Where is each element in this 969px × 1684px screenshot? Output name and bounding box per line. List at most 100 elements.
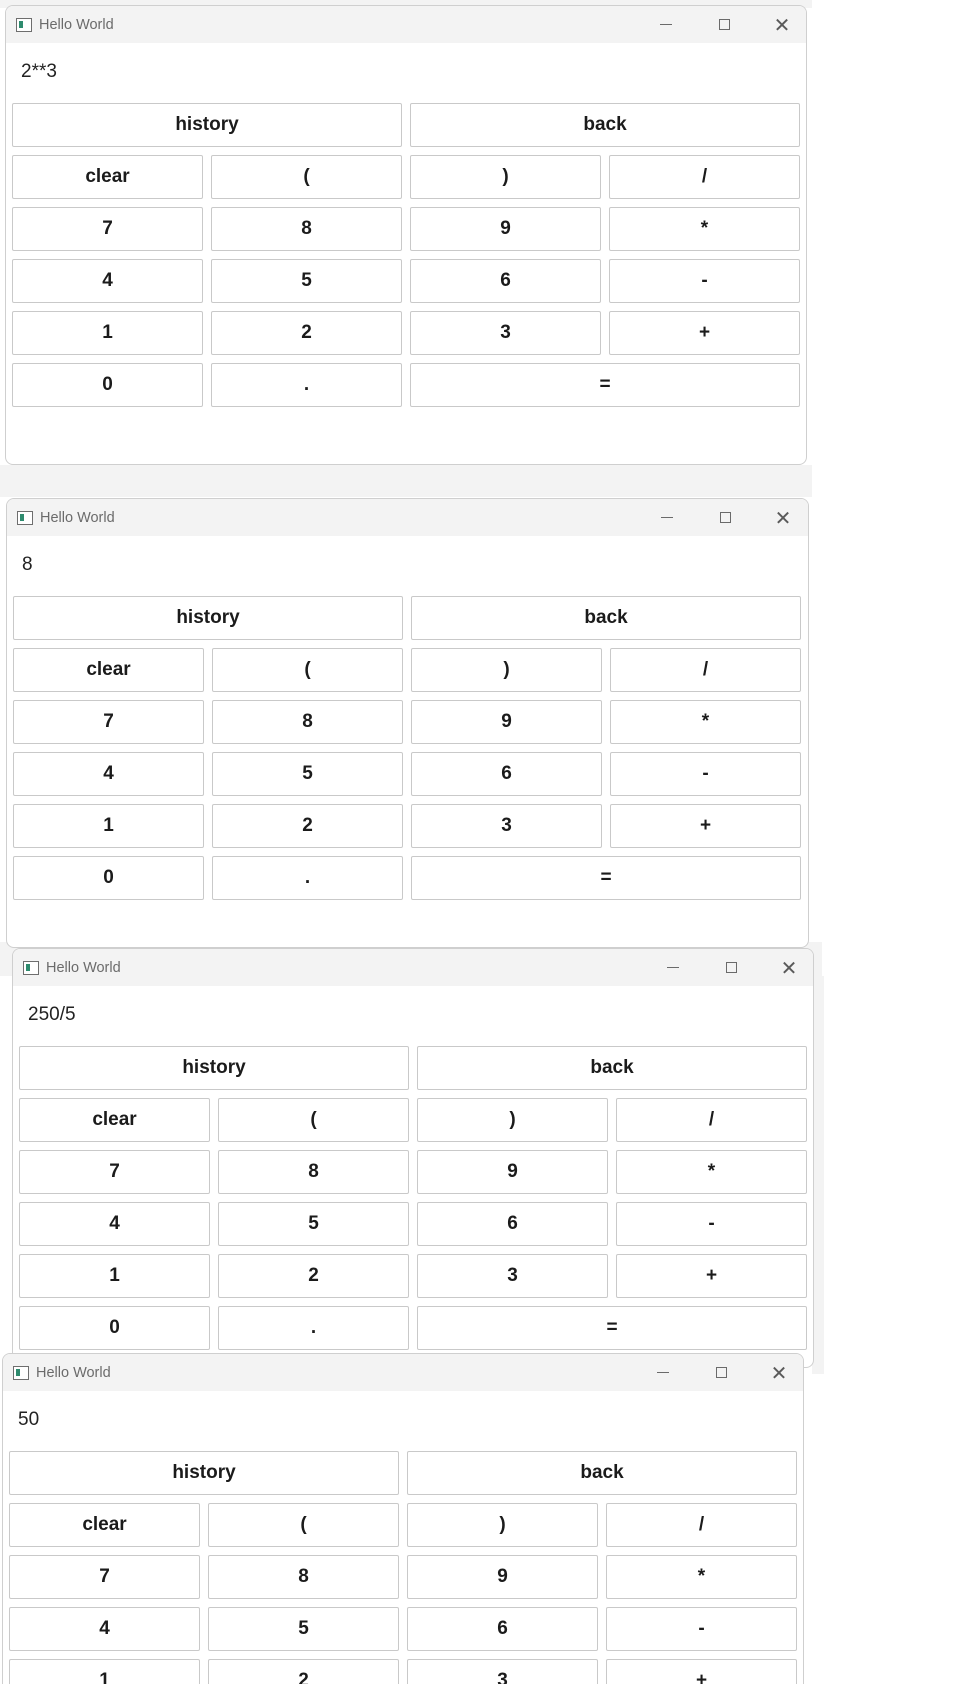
digit-3-button[interactable]: 3 — [410, 311, 601, 355]
maximize-button[interactable] — [701, 6, 747, 43]
close-paren-button[interactable]: ) — [417, 1098, 608, 1142]
minus-button[interactable]: - — [606, 1607, 797, 1651]
divide-button[interactable]: / — [610, 648, 801, 692]
clear-button[interactable]: clear — [12, 155, 203, 199]
digit-2-button[interactable]: 2 — [218, 1254, 409, 1298]
divide-button[interactable]: / — [606, 1503, 797, 1547]
calculator-window: Hello World ✕ 50 history back clear ( ) … — [2, 1353, 804, 1684]
equals-button[interactable]: = — [410, 363, 800, 407]
digit-2-button[interactable]: 2 — [212, 804, 403, 848]
close-paren-button[interactable]: ) — [411, 648, 602, 692]
digit-0-button[interactable]: 0 — [19, 1306, 210, 1350]
digit-6-button[interactable]: 6 — [417, 1202, 608, 1246]
back-button[interactable]: back — [407, 1451, 797, 1495]
close-button[interactable]: ✕ — [759, 6, 805, 43]
close-button[interactable]: ✕ — [766, 949, 812, 986]
equals-button[interactable]: = — [417, 1306, 807, 1350]
digit-9-button[interactable]: 9 — [410, 207, 601, 251]
plus-button[interactable]: + — [610, 804, 801, 848]
decimal-button[interactable]: . — [211, 363, 402, 407]
digit-5-button[interactable]: 5 — [208, 1607, 399, 1651]
digit-7-button[interactable]: 7 — [9, 1555, 200, 1599]
minimize-button[interactable] — [650, 949, 696, 986]
close-paren-button[interactable]: ) — [410, 155, 601, 199]
digit-8-button[interactable]: 8 — [212, 700, 403, 744]
back-button[interactable]: back — [417, 1046, 807, 1090]
expression-display: 8 — [22, 554, 33, 575]
multiply-button[interactable]: * — [610, 700, 801, 744]
history-button[interactable]: history — [19, 1046, 409, 1090]
maximize-button[interactable] — [698, 1354, 744, 1391]
maximize-button[interactable] — [708, 949, 754, 986]
digit-4-button[interactable]: 4 — [13, 752, 204, 796]
digit-3-button[interactable]: 3 — [417, 1254, 608, 1298]
decimal-button[interactable]: . — [218, 1306, 409, 1350]
digit-6-button[interactable]: 6 — [410, 259, 601, 303]
history-button[interactable]: history — [9, 1451, 399, 1495]
digit-7-button[interactable]: 7 — [12, 207, 203, 251]
digit-1-button[interactable]: 1 — [13, 804, 204, 848]
digit-8-button[interactable]: 8 — [208, 1555, 399, 1599]
digit-6-button[interactable]: 6 — [411, 752, 602, 796]
minimize-button[interactable] — [643, 6, 689, 43]
minimize-button[interactable] — [644, 499, 690, 536]
digit-9-button[interactable]: 9 — [411, 700, 602, 744]
plus-button[interactable]: + — [606, 1659, 797, 1684]
plus-button[interactable]: + — [616, 1254, 807, 1298]
history-button[interactable]: history — [13, 596, 403, 640]
digit-7-button[interactable]: 7 — [13, 700, 204, 744]
multiply-button[interactable]: * — [616, 1150, 807, 1194]
digit-4-button[interactable]: 4 — [19, 1202, 210, 1246]
clear-button[interactable]: clear — [13, 648, 204, 692]
digit-4-button[interactable]: 4 — [12, 259, 203, 303]
digit-5-button[interactable]: 5 — [212, 752, 403, 796]
minus-button[interactable]: - — [609, 259, 800, 303]
plus-button[interactable]: + — [609, 311, 800, 355]
back-button[interactable]: back — [411, 596, 801, 640]
digit-1-button[interactable]: 1 — [9, 1659, 200, 1684]
digit-0-button[interactable]: 0 — [13, 856, 204, 900]
multiply-button[interactable]: * — [606, 1555, 797, 1599]
equals-button[interactable]: = — [411, 856, 801, 900]
back-button[interactable]: back — [410, 103, 800, 147]
close-button[interactable]: ✕ — [756, 1354, 802, 1391]
title-bar[interactable]: Hello World ✕ — [7, 499, 808, 536]
digit-5-button[interactable]: 5 — [211, 259, 402, 303]
digit-7-button[interactable]: 7 — [19, 1150, 210, 1194]
digit-3-button[interactable]: 3 — [411, 804, 602, 848]
clear-button[interactable]: clear — [9, 1503, 200, 1547]
digit-8-button[interactable]: 8 — [211, 207, 402, 251]
close-paren-button[interactable]: ) — [407, 1503, 598, 1547]
open-paren-button[interactable]: ( — [212, 648, 403, 692]
digit-9-button[interactable]: 9 — [407, 1555, 598, 1599]
digit-1-button[interactable]: 1 — [19, 1254, 210, 1298]
divide-button[interactable]: / — [616, 1098, 807, 1142]
digit-0-button[interactable]: 0 — [12, 363, 203, 407]
clear-button[interactable]: clear — [19, 1098, 210, 1142]
digit-3-button[interactable]: 3 — [407, 1659, 598, 1684]
minus-button[interactable]: - — [616, 1202, 807, 1246]
decimal-button[interactable]: . — [212, 856, 403, 900]
maximize-button[interactable] — [702, 499, 748, 536]
digit-8-button[interactable]: 8 — [218, 1150, 409, 1194]
title-bar[interactable]: Hello World ✕ — [13, 949, 813, 986]
title-bar[interactable]: Hello World ✕ — [3, 1354, 803, 1391]
minimize-button[interactable] — [640, 1354, 686, 1391]
minus-button[interactable]: - — [610, 752, 801, 796]
divide-button[interactable]: / — [609, 155, 800, 199]
history-button[interactable]: history — [12, 103, 402, 147]
maximize-icon — [718, 19, 730, 30]
digit-4-button[interactable]: 4 — [9, 1607, 200, 1651]
digit-6-button[interactable]: 6 — [407, 1607, 598, 1651]
digit-9-button[interactable]: 9 — [417, 1150, 608, 1194]
digit-2-button[interactable]: 2 — [208, 1659, 399, 1684]
multiply-button[interactable]: * — [609, 207, 800, 251]
open-paren-button[interactable]: ( — [218, 1098, 409, 1142]
open-paren-button[interactable]: ( — [208, 1503, 399, 1547]
digit-2-button[interactable]: 2 — [211, 311, 402, 355]
digit-5-button[interactable]: 5 — [218, 1202, 409, 1246]
open-paren-button[interactable]: ( — [211, 155, 402, 199]
close-button[interactable]: ✕ — [760, 499, 806, 536]
title-bar[interactable]: Hello World ✕ — [6, 6, 806, 43]
digit-1-button[interactable]: 1 — [12, 311, 203, 355]
